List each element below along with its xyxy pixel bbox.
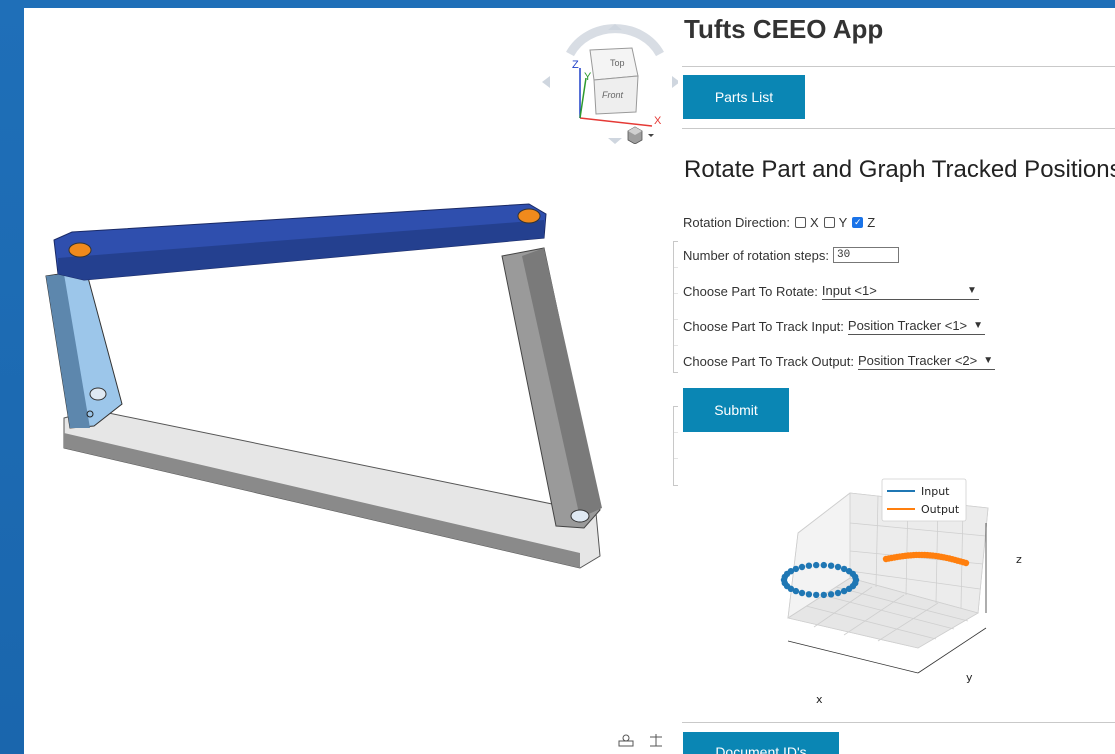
pin-top-left[interactable] (68, 242, 92, 258)
submit-button[interactable]: Submit (683, 388, 789, 432)
view-options-dropdown[interactable] (626, 126, 658, 146)
measure-icon[interactable] (618, 733, 634, 747)
input-point (798, 563, 806, 571)
rotate-left-icon[interactable] (542, 76, 550, 88)
rotate-part-select[interactable]: Input <1> ▼ (821, 282, 979, 300)
x-axis-label: x (816, 693, 823, 706)
input-point (792, 565, 800, 573)
rotate-part-value: Input <1> (821, 283, 877, 298)
checkbox-x[interactable] (794, 217, 806, 228)
legend-label-input: Input (921, 485, 950, 498)
section-title: Rotate Part and Graph Tracked Positions (684, 156, 1115, 183)
input-point (820, 561, 827, 569)
rotate-part-row: Choose Part To Rotate: Input <1> ▼ (683, 282, 979, 300)
cube-top-label: Top (610, 58, 625, 68)
y-axis-line (579, 77, 587, 119)
input-point (834, 589, 842, 597)
steps-input[interactable]: 30 (832, 247, 899, 263)
x-axis-line (579, 117, 653, 127)
z-axis-label: z (1016, 553, 1022, 566)
pin-top-right[interactable] (517, 208, 541, 224)
track-input-row: Choose Part To Track Input: Position Tra… (683, 317, 986, 335)
output-point (962, 559, 970, 567)
checkbox-z-label: Z (867, 215, 876, 230)
window-top-bar (0, 0, 1115, 8)
checkbox-y[interactable] (823, 217, 835, 228)
input-point (827, 591, 835, 598)
document-ids-button[interactable]: Document ID's (683, 732, 839, 754)
hole-bottom-left (89, 387, 107, 401)
legend-label-output: Output (921, 503, 960, 516)
y-axis-label: Y (584, 71, 592, 83)
tracked-positions-plot: Input Output x y z (780, 478, 1022, 706)
divider (682, 722, 1115, 723)
app-title: Tufts CEEO App (684, 14, 884, 44)
checkbox-x-label: X (809, 215, 819, 230)
z-axis-label: Z (572, 59, 579, 71)
rotate-part-label: Choose Part To Rotate: (683, 283, 818, 299)
input-point (840, 587, 848, 595)
hole-bottom-right (570, 509, 590, 523)
window-left-border (0, 0, 24, 754)
rotation-direction-row: Rotation Direction: X Y ✓ Z (683, 215, 875, 230)
checkbox-z[interactable]: ✓ (852, 217, 864, 228)
input-point (827, 562, 835, 569)
input-point (834, 563, 842, 571)
input-point (852, 573, 859, 581)
input-point (805, 591, 813, 598)
rotate-down-icon[interactable] (608, 138, 622, 144)
track-input-select[interactable]: Position Tracker <1> ▼ (847, 317, 986, 335)
input-point (820, 591, 827, 599)
track-output-select[interactable]: Position Tracker <2> ▼ (858, 352, 996, 370)
cube-icon[interactable] (626, 126, 656, 145)
divider (682, 128, 1115, 129)
app-panel: Tufts CEEO App Parts List Rotate Part an… (678, 8, 1115, 754)
cube-front-label: Front (602, 90, 624, 100)
track-input-value: Position Tracker <1> (847, 318, 968, 333)
chevron-down-icon[interactable] (648, 134, 654, 137)
checkbox-y-label: Y (838, 215, 848, 230)
mass-properties-icon[interactable] (648, 733, 664, 747)
track-output-row: Choose Part To Track Output: Position Tr… (683, 352, 996, 370)
steps-label: Number of rotation steps: (683, 247, 829, 263)
cad-viewport[interactable]: Top Front X Y Z (x) GIF (24, 8, 678, 754)
rotation-direction-label: Rotation Direction: (683, 215, 790, 230)
track-output-label: Choose Part To Track Output: (683, 353, 855, 369)
track-output-value: Position Tracker <2> (858, 353, 978, 368)
plot-legend: Input Output (881, 478, 967, 522)
input-point (813, 561, 820, 569)
y-axis-label: y (966, 671, 973, 684)
input-point (813, 591, 820, 599)
viewport-status-icons (618, 733, 664, 747)
input-point (798, 589, 806, 597)
track-input-label: Choose Part To Track Input: (683, 318, 844, 334)
chevron-down-icon: ▼ (973, 320, 984, 331)
divider (682, 66, 1115, 67)
input-point (805, 562, 813, 569)
steps-row: Number of rotation steps: 30 (683, 247, 899, 263)
chevron-down-icon: ▼ (983, 355, 994, 366)
chevron-down-icon: ▼ (967, 285, 977, 296)
parts-list-button[interactable]: Parts List (683, 75, 805, 119)
